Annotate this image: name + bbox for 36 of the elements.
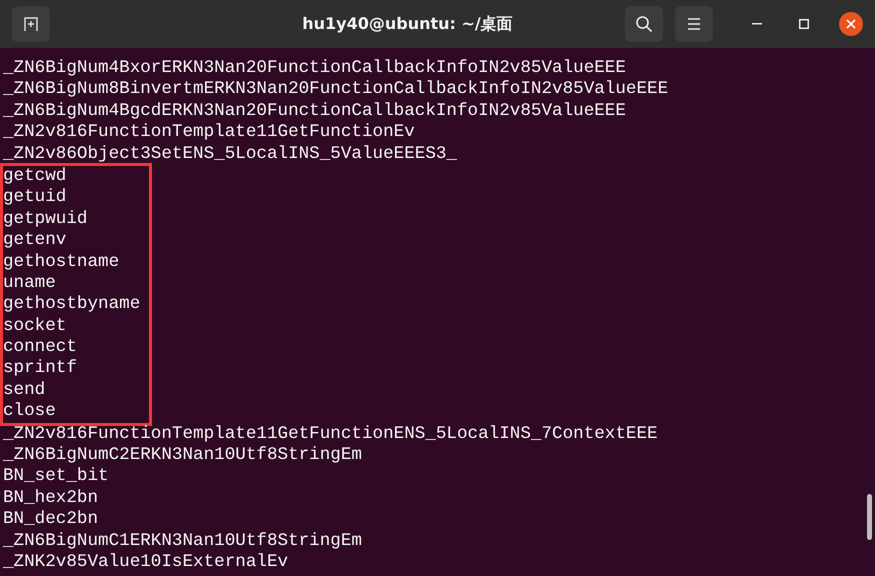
output-line: _ZN6BigNum4BxorERKN3Nan20FunctionCallbackInfoIN2v85ValueEEE: [3, 58, 626, 80]
output-line: close: [3, 401, 56, 423]
output-line: send: [3, 380, 46, 402]
new-tab-button[interactable]: [12, 6, 50, 42]
output-line: _ZNK2v85Value10IsExternalEv: [3, 552, 288, 574]
output-line: sprintf: [3, 358, 77, 380]
maximize-icon: [799, 19, 809, 29]
output-line: getcwd: [3, 166, 66, 188]
output-line: _ZN6BigNumC2ERKN3Nan10Utf8StringEm: [3, 445, 362, 466]
output-line: BN_set_bit: [3, 466, 109, 488]
output-line: BN_hex2bn: [3, 488, 98, 510]
new-tab-icon: [23, 16, 39, 32]
scrollbar-thumb[interactable]: [866, 494, 872, 540]
search-icon: [635, 15, 653, 33]
output-line: BN_dec2bn: [3, 509, 98, 531]
output-line: _ZN6BigNum8BinvertmERKN3Nan20FunctionCallbackInfoIN2v85ValueEEE: [3, 79, 668, 101]
output-line: gethostname: [3, 252, 120, 273]
search-button[interactable]: [625, 6, 663, 42]
close-icon: [846, 19, 856, 29]
output-line: _ZN2v816FunctionTemplate11GetFunctionEv: [3, 122, 415, 144]
output-line: _ZN2v816FunctionTemplate11GetFunctionENS_5LocalINS_7ContextEEE: [3, 424, 658, 446]
output-line: socket: [3, 316, 66, 338]
output-line: _ZN6BigNum4BgcdERKN3Nan20FunctionCallbackInfoIN2v85ValueEEE: [3, 100, 626, 122]
menu-button[interactable]: [675, 6, 713, 42]
window-title: hu1y40@ubuntu: ~/桌面: [302, 13, 513, 35]
close-button[interactable]: [839, 12, 863, 36]
output-line: connect: [3, 337, 77, 358]
output-line: _ZN6BigNumC1ERKN3Nan10Utf8StringEm: [3, 530, 362, 552]
output-line: gethostbyname: [3, 294, 140, 316]
output-line: _ZN2v86Object3SetENS_5LocalINS_5ValueEEES3_: [3, 144, 457, 165]
output-line: uname: [3, 272, 56, 294]
menu-icon: [687, 18, 701, 30]
output-line: getenv: [3, 230, 66, 252]
output-line: getpwuid: [3, 208, 88, 230]
minimize-icon: [752, 23, 762, 25]
output-line: getuid: [3, 187, 66, 209]
